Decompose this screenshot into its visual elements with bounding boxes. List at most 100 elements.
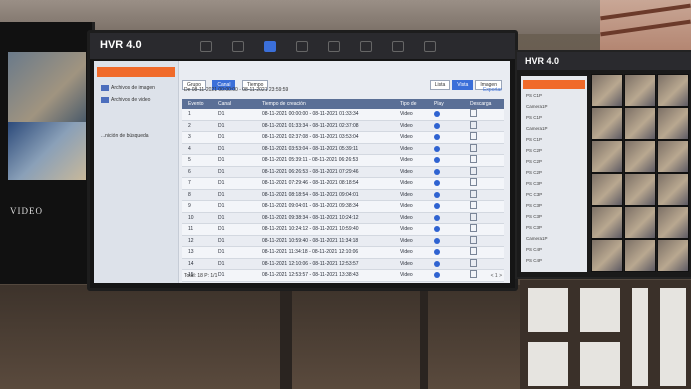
nav-icon[interactable] <box>232 41 244 52</box>
camera-tile[interactable] <box>624 107 656 140</box>
table-row[interactable]: 5 D1 08-11-2021 05:39:11 - 08-11-2021 06:2… <box>182 155 504 167</box>
right-sidebar-item[interactable]: PC C3P <box>523 190 585 199</box>
camera-tile[interactable] <box>591 239 623 272</box>
table-row[interactable]: 1 D1 08-11-2021 00:00:00 - 08-11-2021 01:3… <box>182 109 504 121</box>
col-channel: Canal <box>218 101 232 107</box>
nav-icon[interactable] <box>328 41 340 52</box>
download-icon <box>470 247 477 255</box>
table-row[interactable]: 10 D1 08-11-2021 09:38:34 - 08-11-2021 10:… <box>182 212 504 224</box>
right-sidebar-item[interactable]: PS C2P <box>523 168 585 177</box>
play-icon <box>434 111 440 117</box>
table-row[interactable]: 7 D1 08-11-2021 07:29:46 - 08-11-2021 08:1… <box>182 178 504 190</box>
cell-channel: D1 <box>218 191 225 198</box>
cell-time: 08-11-2021 01:33:34 - 08-11-2021 02:37:0… <box>262 122 359 129</box>
play-icon <box>434 157 440 163</box>
camera-tile[interactable] <box>591 74 623 107</box>
right-sidebar-item[interactable]: PS C3P <box>523 201 585 210</box>
sidebar-item-images[interactable]: Archivos de imagen <box>97 83 175 93</box>
nav-icon[interactable] <box>296 41 308 52</box>
view-grid-button[interactable]: Vista <box>452 80 474 90</box>
download-icon <box>470 178 477 186</box>
camera-tile[interactable] <box>624 173 656 206</box>
download-icon <box>470 132 477 140</box>
right-sidebar-item[interactable]: PS C1P <box>523 135 585 144</box>
right-sidebar-item[interactable]: Camera1P <box>523 102 585 111</box>
table-row[interactable]: 9 D1 08-11-2021 09:04:01 - 08-11-2021 09:3… <box>182 201 504 213</box>
cell-type: Video <box>400 111 413 117</box>
right-sidebar-item[interactable]: PS C4P <box>523 245 585 254</box>
camera-tile[interactable] <box>591 140 623 173</box>
cell-type: Video <box>400 272 413 278</box>
sidebar-item-active[interactable] <box>97 67 175 77</box>
playback-icon[interactable] <box>264 41 276 52</box>
cell-time: 08-11-2021 05:39:11 - 08-11-2021 06:26:5… <box>262 157 359 163</box>
right-sidebar-item[interactable]: Camera1P <box>523 124 585 133</box>
nav-icon[interactable] <box>360 41 372 52</box>
col-type: Tipo de <box>400 101 417 107</box>
play-icon <box>434 237 440 244</box>
right-sidebar-item[interactable]: PS C2P <box>523 146 585 155</box>
camera-tile[interactable] <box>657 107 689 140</box>
nav-icon[interactable] <box>424 41 436 52</box>
download-icon <box>470 189 477 198</box>
download-icon <box>470 235 477 244</box>
table-row[interactable]: 13 D1 08-11-2021 11:34:18 - 08-11-2021 12:… <box>182 247 504 259</box>
right-sidebar-item[interactable]: Camera1P <box>523 234 585 243</box>
cell-event: 11 <box>188 226 194 232</box>
video-label: VIDEO <box>10 206 43 216</box>
table-row[interactable]: 3 D1 08-11-2021 02:37:08 - 08-11-2021 03:5… <box>182 132 504 144</box>
nav-icon[interactable] <box>200 41 212 52</box>
right-sidebar-item[interactable]: PS C1P <box>523 91 585 100</box>
right-sidebar-item[interactable]: PS C1P <box>523 113 585 122</box>
col-event: Evento <box>188 101 204 107</box>
sidebar-item-video[interactable]: Archivos de video <box>97 95 175 105</box>
camera-tile[interactable] <box>591 206 623 239</box>
table-row[interactable]: 8 D1 08-11-2021 08:18:54 - 08-11-2021 09:0… <box>182 189 504 201</box>
pager[interactable]: < 1 > <box>491 273 502 279</box>
camera-tile[interactable] <box>657 239 689 272</box>
right-sidebar-item[interactable]: PS C2P <box>523 157 585 166</box>
right-top-bar: HVR 4.0 <box>517 52 691 70</box>
cell-time: 08-11-2021 12:53:57 - 08-11-2021 13:38:4… <box>262 272 359 278</box>
cell-event: 2 <box>188 122 191 129</box>
table-row[interactable]: 4 D1 08-11-2021 03:53:04 - 08-11-2021 05:3… <box>182 143 504 155</box>
camera-tile[interactable] <box>624 74 656 107</box>
cell-time: 08-11-2021 10:59:40 - 08-11-2021 11:34:1… <box>262 237 359 244</box>
nav-icon[interactable] <box>392 41 404 52</box>
monitor-stand <box>280 285 292 389</box>
view-list-button[interactable]: Lista <box>429 80 451 90</box>
table-row[interactable]: 2 D1 08-11-2021 01:33:34 - 08-11-2021 02:3… <box>182 120 504 132</box>
right-sidebar-item[interactable]: PS C4P <box>523 256 585 265</box>
sidebar-item-search[interactable]: ...nición de búsqueda <box>97 131 175 141</box>
right-sidebar-item[interactable] <box>523 80 585 89</box>
table-row[interactable]: 15 D1 08-11-2021 12:53:57 - 08-11-2021 13:… <box>182 270 504 282</box>
table-row[interactable]: 12 D1 08-11-2021 10:59:40 - 08-11-2021 11:… <box>182 235 504 247</box>
cell-type: Video <box>400 237 413 244</box>
play-button[interactable] <box>434 270 440 283</box>
camera-tile[interactable] <box>657 206 689 239</box>
camera-tile[interactable] <box>624 140 656 173</box>
cell-type: Video <box>400 203 413 209</box>
cell-channel: D1 <box>218 237 225 244</box>
table-row[interactable]: 11 D1 08-11-2021 10:24:12 - 08-11-2021 10:… <box>182 224 504 236</box>
image-icon <box>101 84 109 91</box>
right-sidebar: PS C1P Camera1P PS C1P Camera1P PS C1P PS C2P… <box>521 76 587 272</box>
table-row[interactable]: 6 D1 08-11-2021 06:26:53 - 08-11-2021 07:2… <box>182 166 504 178</box>
camera-tile[interactable] <box>657 74 689 107</box>
window-grate <box>520 280 691 389</box>
export-link[interactable]: Exportar <box>483 87 502 93</box>
camera-tile[interactable] <box>657 140 689 173</box>
camera-tile[interactable] <box>624 206 656 239</box>
right-sidebar-item[interactable]: PS C3P <box>523 179 585 188</box>
table-row[interactable]: 14 D1 08-11-2021 12:10:06 - 08-11-2021 12:… <box>182 258 504 270</box>
camera-tile[interactable] <box>591 173 623 206</box>
camera-tile[interactable] <box>624 239 656 272</box>
right-sidebar-item[interactable]: PS C3P <box>523 223 585 232</box>
camera-tile[interactable] <box>657 173 689 206</box>
download-icon <box>470 212 477 221</box>
download-button[interactable] <box>470 270 477 283</box>
download-icon <box>470 270 477 278</box>
camera-tile[interactable] <box>591 107 623 140</box>
right-sidebar-item[interactable]: PS C3P <box>523 212 585 221</box>
cell-type: Video <box>400 191 413 198</box>
